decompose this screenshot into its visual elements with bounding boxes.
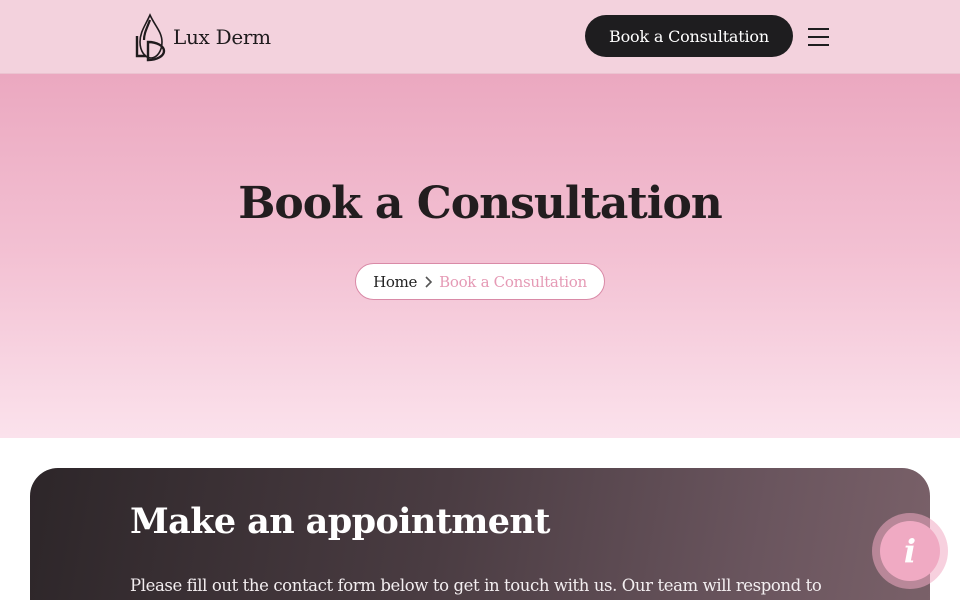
chevron-right-icon <box>425 275 433 288</box>
book-consultation-button[interactable]: Book a Consultation <box>585 15 793 57</box>
breadcrumb-current: Book a Consultation <box>439 272 587 291</box>
page-title: Book a Consultation <box>238 178 723 229</box>
appointment-title: Make an appointment <box>130 501 550 542</box>
logo[interactable]: Lux Derm <box>133 12 273 62</box>
logo-icon <box>135 13 166 62</box>
breadcrumb-home-link[interactable]: Home <box>373 273 417 291</box>
hero-banner: Book a Consultation Home Book a Consulta… <box>0 74 960 438</box>
logo-text: Lux Derm <box>173 25 271 49</box>
info-icon: i <box>880 521 940 581</box>
menu-button[interactable] <box>806 26 832 48</box>
appointment-intro: Please fill out the contact form below t… <box>130 576 822 595</box>
site-header: Lux Derm Book a Consultation <box>0 0 960 74</box>
appointment-panel: Make an appointment Please fill out the … <box>30 468 930 600</box>
breadcrumb: Home Book a Consultation <box>355 263 605 300</box>
info-button[interactable]: i <box>872 513 948 589</box>
hamburger-icon <box>808 28 829 46</box>
